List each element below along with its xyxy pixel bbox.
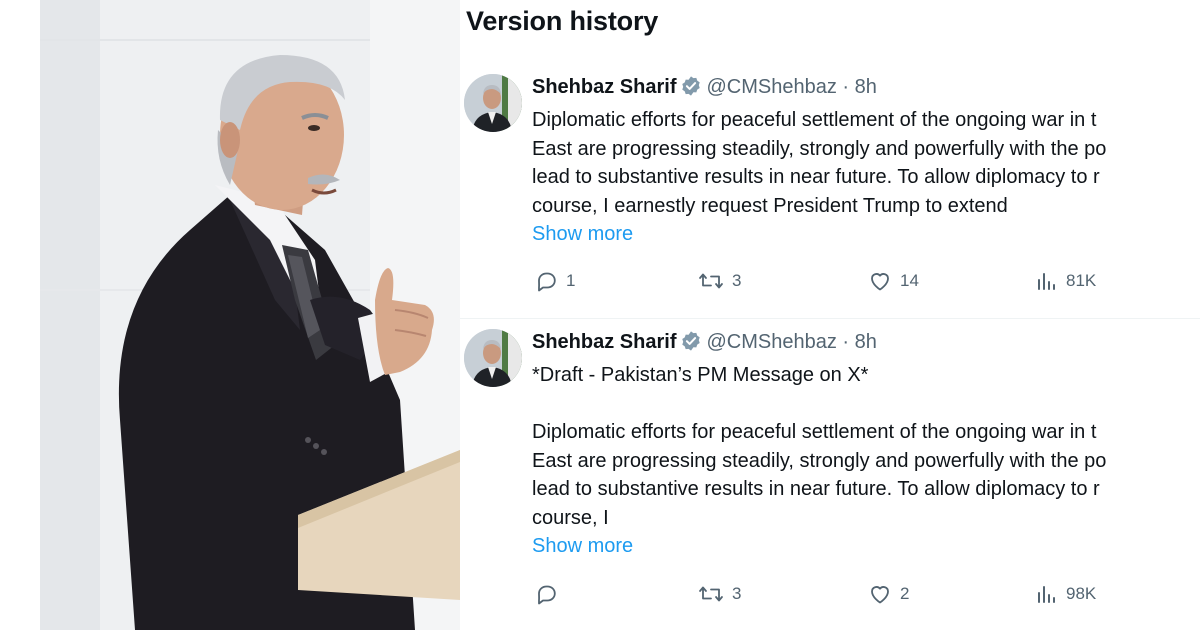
repost-count: 3 — [732, 271, 742, 290]
author-name[interactable]: Shehbaz Sharif — [532, 331, 676, 353]
repost-button[interactable]: 3 — [698, 266, 741, 296]
tweet-text-line: course, I — [532, 506, 609, 529]
reply-icon — [538, 585, 556, 605]
reply-button[interactable]: 1 — [534, 266, 575, 296]
tweet-actions: 1 3 14 81K — [532, 266, 1132, 296]
repost-icon — [699, 273, 723, 289]
tweet-header: Shehbaz Sharif @CMShehbaz · 8h — [532, 74, 877, 104]
repost-button[interactable]: 3 — [698, 579, 741, 609]
views-button[interactable]: 98K — [1034, 579, 1096, 609]
reply-icon — [538, 272, 556, 292]
like-button[interactable]: 14 — [868, 266, 919, 296]
like-count: 2 — [900, 584, 910, 603]
tweet-version-original[interactable]: Shehbaz Sharif @CMShehbaz · 8h *Draft - P… — [460, 318, 1200, 629]
avatar[interactable] — [464, 329, 522, 387]
reply-button[interactable] — [534, 579, 566, 609]
timestamp[interactable]: 8h — [855, 76, 877, 98]
like-button[interactable]: 2 — [868, 579, 909, 609]
version-history-panel: Version history Shehbaz Sharif @CMShehbaz… — [460, 0, 1200, 630]
avatar-image — [464, 329, 522, 387]
views-count: 81K — [1066, 271, 1097, 290]
repost-icon — [699, 586, 723, 602]
tweet-text-line: East are progressing steadily, strongly … — [532, 449, 1107, 472]
repost-count: 3 — [732, 584, 742, 603]
author-handle[interactable]: @CMShehbaz — [706, 331, 836, 353]
verified-badge-icon — [680, 75, 702, 104]
avatar-image — [464, 74, 522, 132]
separator-dot: · — [842, 76, 850, 98]
tweet-text-line: Diplomatic efforts for peaceful settleme… — [532, 109, 1097, 131]
views-icon — [1038, 586, 1055, 603]
author-name[interactable]: Shehbaz Sharif — [532, 76, 676, 98]
panel-title: Version history — [466, 6, 659, 36]
views-button[interactable]: 81K — [1034, 266, 1096, 296]
author-handle[interactable]: @CMShehbaz — [706, 76, 836, 98]
heart-icon — [871, 273, 889, 291]
tweet-heading: *Draft - Pakistan’s PM Message on X* — [532, 364, 869, 386]
tweet-text-line: Diplomatic efforts for peaceful settleme… — [532, 421, 1097, 443]
heart-icon — [871, 586, 889, 604]
tweet-actions: 3 2 98K — [532, 579, 1132, 609]
like-count: 14 — [900, 271, 919, 290]
views-icon — [1038, 273, 1055, 290]
tweet-text: Diplomatic efforts for peaceful settleme… — [532, 106, 1200, 249]
show-more-link[interactable]: Show more — [532, 220, 1200, 249]
tweet-text: *Draft - Pakistan’s PM Message on X* Dip… — [532, 361, 1200, 561]
tweet-text-line: course, I earnestly request President Tr… — [532, 194, 1008, 217]
tweet-text-line: East are progressing steadily, strongly … — [532, 137, 1107, 160]
tweet-header: Shehbaz Sharif @CMShehbaz · 8h — [532, 329, 877, 359]
separator-dot: · — [842, 331, 850, 353]
tweet-text-line: lead to substantive results in near futu… — [532, 478, 1100, 500]
timestamp[interactable]: 8h — [855, 331, 877, 353]
views-count: 98K — [1066, 584, 1097, 603]
verified-badge-icon — [680, 330, 702, 359]
tweet-text-line: lead to substantive results in near futu… — [532, 166, 1100, 188]
speaker-photo — [40, 0, 460, 630]
avatar[interactable] — [464, 74, 522, 132]
reply-count: 1 — [566, 271, 576, 290]
show-more-link[interactable]: Show more — [532, 532, 1200, 561]
speaker-illustration — [40, 0, 460, 630]
